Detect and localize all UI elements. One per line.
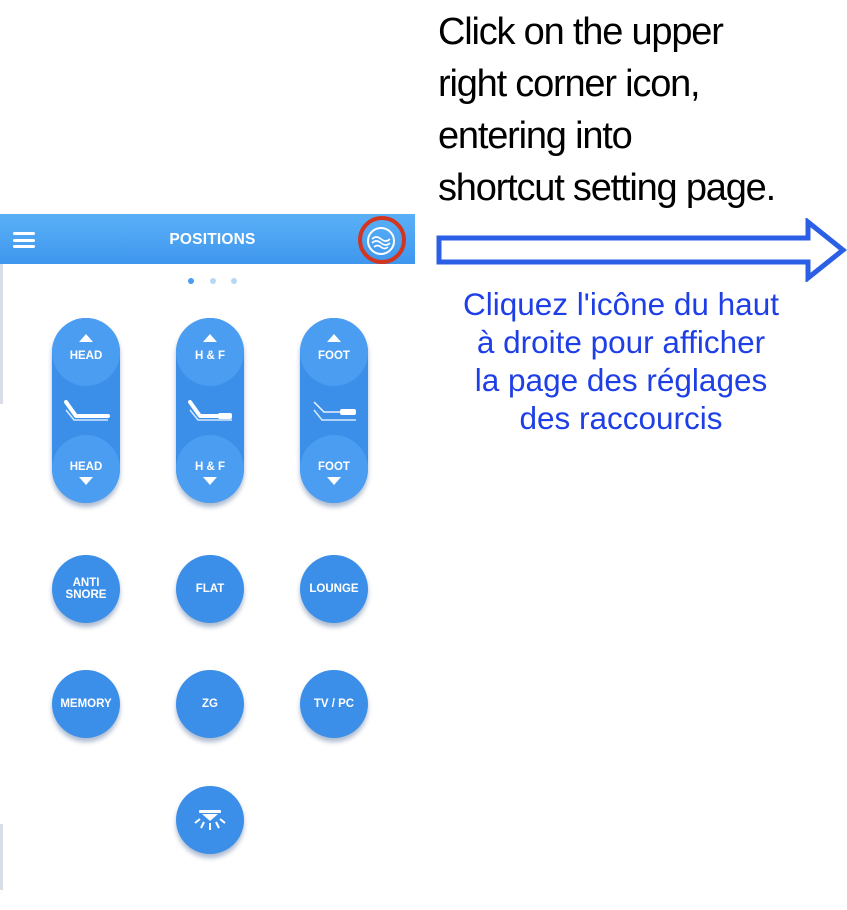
head-down-button[interactable]: HEAD [52,435,120,503]
head-up-label: HEAD [69,350,103,362]
bed-head-foot-icon [188,400,232,421]
zg-button[interactable]: ZG [176,670,244,738]
foot-down-button[interactable]: FOOT [300,435,368,503]
page-dot [210,278,216,284]
anti-snore-button[interactable]: ANTI SNORE [52,555,120,623]
instruction-line: Click on the upper [438,11,724,53]
head-foot-up-button[interactable]: H & F [176,318,244,386]
up-arrow-icon [327,334,341,342]
down-arrow-icon [327,477,341,485]
instruction-line: entering into [438,115,633,157]
instruction-line: Cliquez l'icône du haut [463,286,779,322]
head-foot-adjust-control: H & F H & F [176,318,244,503]
page-dot-active [188,278,194,284]
lounge-label: LOUNGE [309,583,359,595]
instruction-english: Click on the upper right corner icon, en… [438,6,843,214]
screen-edge [0,824,3,890]
head-foot-down-button[interactable]: H & F [176,435,244,503]
head-down-label: HEAD [69,461,103,473]
anti-snore-label-line2: SNORE [65,589,107,601]
tv-pc-button[interactable]: TV / PC [300,670,368,738]
foot-adjust-control: FOOT FOOT [300,318,368,503]
foot-down-label: FOOT [318,461,350,473]
head-foot-up-label: H & F [194,350,226,362]
tv-pc-label: TV / PC [313,698,355,710]
down-arrow-icon [203,477,217,485]
memory-button[interactable]: MEMORY [52,670,120,738]
light-button[interactable] [176,786,244,854]
instruction-line: right corner icon, [438,63,701,105]
bed-foot-icon [313,401,356,421]
instruction-line: la page des réglages [474,362,768,398]
anti-snore-label-line1: ANTI [72,577,100,589]
head-adjust-control: HEAD HEAD [52,318,120,503]
bed-head-icon [64,400,110,421]
head-foot-down-label: H & F [194,461,226,473]
foot-up-label: FOOT [318,350,350,362]
flat-label: FLAT [195,583,225,595]
up-arrow-icon [79,334,93,342]
memory-label: MEMORY [60,698,112,710]
light-icon [194,810,226,830]
foot-up-button[interactable]: FOOT [300,318,368,386]
head-up-button[interactable]: HEAD [52,318,120,386]
page-dot [231,278,237,284]
instruction-line: des raccourcis [519,400,723,436]
instruction-line: shortcut setting page. [438,167,776,209]
down-arrow-icon [79,477,93,485]
instruction-french: Cliquez l'icône du haut à droite pour af… [395,285,847,437]
flat-button[interactable]: FLAT [176,555,244,623]
page-title: POSITIONS [169,231,256,248]
lounge-button[interactable]: LOUNGE [300,555,368,623]
page-indicator [186,278,246,288]
instruction-line: à droite pour afficher [476,324,766,360]
up-arrow-icon [203,334,217,342]
right-arrow-icon [436,218,847,282]
highlight-ring [358,216,406,264]
zg-label: ZG [202,698,218,710]
hamburger-icon[interactable] [13,232,35,248]
